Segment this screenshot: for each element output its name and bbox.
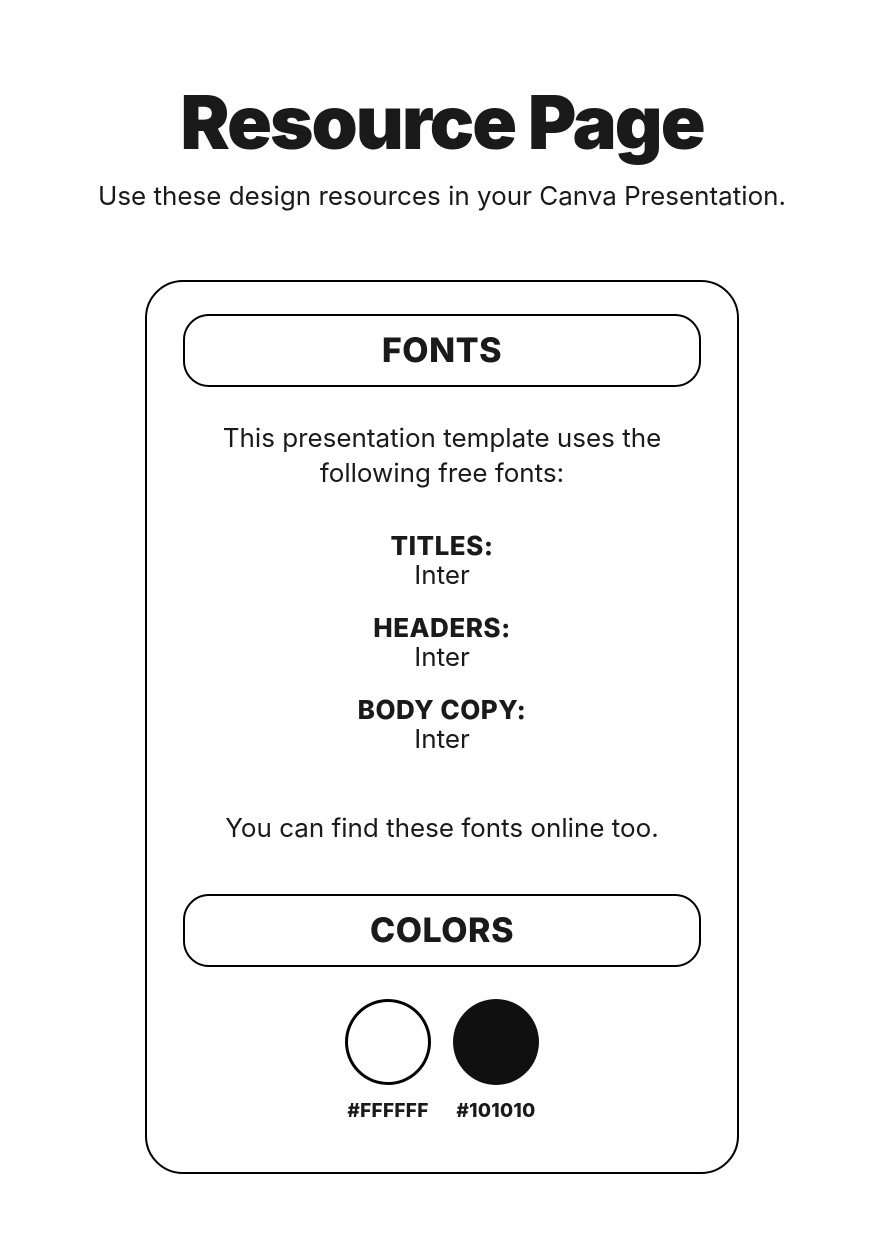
font-value: Inter [183,642,701,673]
swatch-white: #FFFFFF [345,999,431,1122]
font-value: Inter [183,560,701,591]
font-block-body: BODY COPY: Inter [183,695,701,755]
page-subtitle: Use these design resources in your Canva… [0,181,884,212]
swatch-label: #FFFFFF [345,1099,431,1122]
font-block-headers: HEADERS: Inter [183,613,701,673]
colors-header: COLORS [183,894,701,967]
swatch-label: #101010 [453,1099,539,1122]
color-swatches: #FFFFFF #101010 [183,999,701,1122]
resource-card: FONTS This presentation template uses th… [145,280,739,1174]
font-value: Inter [183,724,701,755]
fonts-intro: This presentation template uses the foll… [183,421,701,491]
fonts-note: You can find these fonts online too. [183,813,701,844]
font-label: BODY COPY: [183,695,701,726]
swatch-black: #101010 [453,999,539,1122]
font-label: TITLES: [183,531,701,562]
font-label: HEADERS: [183,613,701,644]
page-title: Resource Page [0,85,884,159]
swatch-circle [345,999,431,1085]
fonts-header: FONTS [183,314,701,387]
swatch-circle [453,999,539,1085]
font-block-titles: TITLES: Inter [183,531,701,591]
